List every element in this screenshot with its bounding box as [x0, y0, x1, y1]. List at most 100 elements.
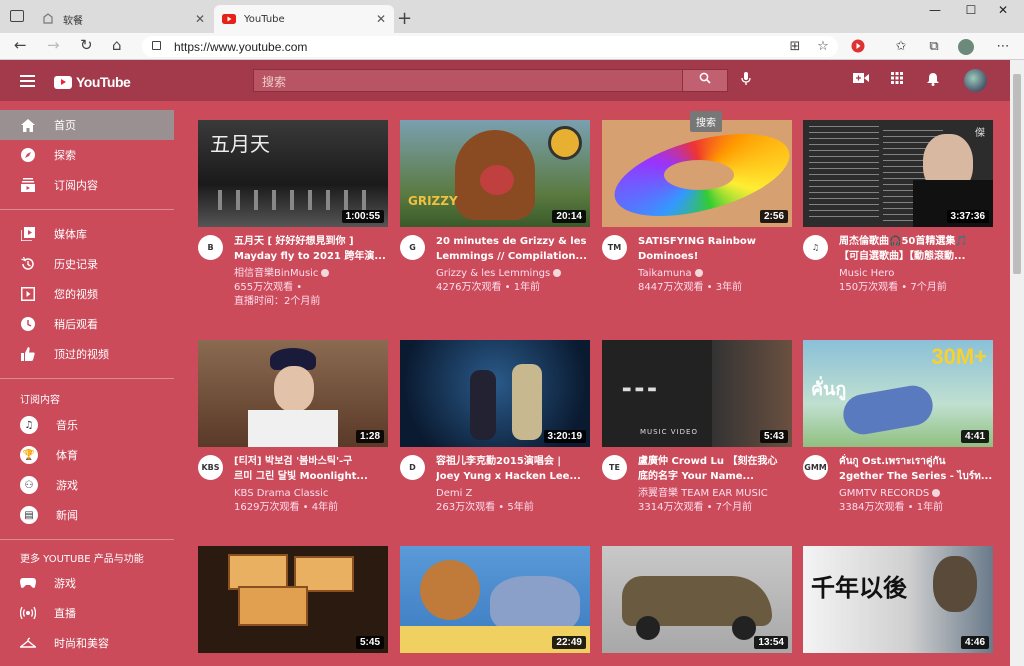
page-scrollbar[interactable] — [1010, 60, 1024, 666]
sidebar-item-label: 历史记录 — [54, 258, 98, 271]
home-button-icon[interactable]: ⌂ — [112, 36, 122, 54]
video-title[interactable]: 盧廣仲 Crowd Lu 【刻在我心 底的名字 Your Name... — [638, 454, 792, 484]
favorite-star-icon[interactable]: ☆ — [815, 39, 831, 55]
sidebar-item-live[interactable]: 直播 — [0, 598, 174, 628]
settings-more-icon[interactable]: ⋯ — [995, 39, 1011, 55]
sidebar-item-news[interactable]: ▤ 新闻 — [0, 500, 174, 530]
video-thumbnail[interactable]: ▬ ▬ ▬ MUSIC VIDEO 5:43 — [602, 340, 792, 447]
channel-name-line[interactable]: 相信音樂BinMusic — [234, 267, 388, 281]
search-button[interactable] — [682, 69, 728, 92]
video-card[interactable]: 3:20:19 D 容祖儿李克勤2015演唱会 | Joey Yung x Hac… — [400, 340, 590, 540]
sidebar-item-liked-videos[interactable]: 顶过的视频 — [0, 339, 174, 369]
video-title[interactable]: 20 minutes de Grizzy & les Lemmings // C… — [436, 234, 590, 264]
channel-avatar[interactable]: ♫ — [803, 235, 828, 260]
video-card[interactable]: 五月天 1:00:55 B 五月天 [ 好好好想見到你 ] Mayday fly … — [198, 120, 388, 320]
video-card[interactable]: GRIZZY 20:14 G 20 minutes de Grizzy & les… — [400, 120, 590, 320]
video-card[interactable]: 22:49 — [400, 546, 590, 666]
channel-avatar[interactable]: B — [198, 235, 223, 260]
account-avatar[interactable] — [964, 69, 987, 92]
sidebar-item-gaming-product[interactable]: 游戏 — [0, 568, 174, 598]
channel-avatar[interactable]: TM — [602, 235, 627, 260]
video-card[interactable]: 30M+ คั่นกู 4:41 GMM คั่นกู Ost.เพราะเราค… — [803, 340, 993, 540]
create-video-icon[interactable] — [852, 72, 870, 88]
new-tab-icon[interactable]: + — [397, 8, 412, 29]
sidebar-item-home[interactable]: 首页 — [0, 110, 174, 140]
video-title[interactable]: [티저] 박보검 '봄바스틱'-구 르미 그린 달빛 Moonlight... — [234, 454, 388, 484]
sidebar-item-library[interactable]: 媒体库 — [0, 219, 174, 249]
channel-avatar[interactable]: KBS — [198, 455, 223, 480]
sidebar-item-fashion[interactable]: 时尚和美容 — [0, 628, 174, 658]
search-input[interactable]: 搜索 — [253, 69, 683, 92]
video-title[interactable]: 容祖儿李克勤2015演唱会 | Joey Yung x Hacken Lee..… — [436, 454, 590, 484]
sidebar-item-sports[interactable]: 🏆 体育 — [0, 440, 174, 470]
tab-actions-icon[interactable] — [10, 10, 24, 22]
video-thumbnail[interactable]: 5:45 — [198, 546, 388, 653]
tab-close-icon[interactable]: ✕ — [195, 12, 205, 26]
channel-name-line[interactable]: Music Hero — [839, 267, 993, 281]
sidebar-item-music[interactable]: ♫ 音乐 — [0, 410, 174, 440]
mic-icon[interactable] — [741, 72, 751, 90]
video-thumbnail[interactable]: 五月天 1:00:55 — [198, 120, 388, 227]
sidebar-item-watch-later[interactable]: 稍后观看 — [0, 309, 174, 339]
video-thumbnail[interactable]: 22:49 — [400, 546, 590, 653]
video-title[interactable]: คั่นกู Ost.เพราะเราคู่กัน 2gether The Se… — [839, 454, 993, 484]
scrollbar-thumb[interactable] — [1013, 74, 1021, 274]
maximize-icon[interactable]: ☐ — [954, 3, 988, 17]
video-thumbnail[interactable]: GRIZZY 20:14 — [400, 120, 590, 227]
channel-avatar[interactable]: TE — [602, 455, 627, 480]
video-thumbnail[interactable]: 13:54 — [602, 546, 792, 653]
browser-tab[interactable]: 软餐 ✕ — [33, 5, 213, 33]
apps-grid-icon[interactable] — [888, 72, 906, 88]
back-icon[interactable]: ← — [14, 36, 27, 54]
apps-icon[interactable]: ⊞ — [787, 39, 803, 55]
video-thumbnail[interactable]: 千年以後 4:46 — [803, 546, 993, 653]
video-thumbnail[interactable]: 30M+ คั่นกู 4:41 — [803, 340, 993, 447]
video-card[interactable]: 5:45 — [198, 546, 388, 666]
refresh-icon[interactable]: ↻ — [80, 36, 93, 54]
video-thumbnail[interactable]: 1:28 — [198, 340, 388, 447]
video-title[interactable]: SATISFYING Rainbow Dominoes! — [638, 234, 792, 264]
sidebar-item-your-videos[interactable]: 您的视频 — [0, 279, 174, 309]
collections-icon[interactable]: ⧉ — [926, 39, 942, 55]
logo-text: YouTube — [76, 74, 131, 90]
sidebar-item-subscriptions[interactable]: 订阅内容 — [0, 170, 174, 200]
youtube-favicon-icon — [222, 12, 236, 26]
youtube-header: YouTube 搜索 — [0, 60, 1010, 101]
tab-close-icon[interactable]: ✕ — [376, 12, 386, 26]
sidebar-item-history[interactable]: 历史记录 — [0, 249, 174, 279]
video-title[interactable]: 五月天 [ 好好好想見到你 ] Mayday fly to 2021 跨年演..… — [234, 234, 388, 264]
channel-name-line[interactable]: GMMTV RECORDS — [839, 487, 993, 501]
video-card[interactable]: 1:28 KBS [티저] 박보검 '봄바스틱'-구 르미 그린 달빛 Moonl… — [198, 340, 388, 540]
video-thumbnail[interactable]: 2:56 — [602, 120, 792, 227]
notifications-bell-icon[interactable] — [924, 72, 942, 90]
video-card[interactable]: ▬ ▬ ▬ MUSIC VIDEO 5:43 TE 盧廣仲 Crowd Lu 【刻… — [602, 340, 792, 540]
channel-avatar[interactable]: D — [400, 455, 425, 480]
favorites-icon[interactable]: ✩ — [893, 39, 909, 55]
profile-icon[interactable] — [958, 39, 974, 55]
video-card[interactable]: 13:54 — [602, 546, 792, 666]
video-title[interactable]: 周杰倫歌曲🎧50首精選集🎵 【可自選歌曲】【動態滾動... — [839, 234, 993, 264]
video-thumbnail[interactable]: 3:20:19 — [400, 340, 590, 447]
menu-icon[interactable] — [20, 75, 35, 87]
video-card[interactable]: 傑 3:37:36 ♫ 周杰倫歌曲🎧50首精選集🎵 【可自選歌曲】【動態滾動...… — [803, 120, 993, 320]
home-icon — [20, 117, 36, 133]
youtube-logo[interactable]: YouTube — [54, 74, 131, 90]
browser-tab-active[interactable]: YouTube ✕ — [214, 5, 394, 33]
video-card[interactable]: 千年以後 4:46 — [803, 546, 993, 666]
video-card[interactable]: 2:56 TM SATISFYING Rainbow Dominoes! Taik… — [602, 120, 792, 320]
channel-name-line[interactable]: Demi Z — [436, 487, 590, 501]
url-field[interactable]: https://www.youtube.com — [142, 36, 838, 57]
channel-name-line[interactable]: 添翼音樂 TEAM EAR MUSIC — [638, 487, 792, 501]
channel-name-line[interactable]: Grizzy & les Lemmings — [436, 267, 590, 281]
channel-avatar[interactable]: G — [400, 235, 425, 260]
video-thumbnail[interactable]: 傑 3:37:36 — [803, 120, 993, 227]
sidebar-item-explore[interactable]: 探索 — [0, 140, 174, 170]
channel-name-line[interactable]: Taikamuna — [638, 267, 792, 281]
minimize-icon[interactable]: — — [918, 3, 952, 17]
extension-icon[interactable] — [850, 39, 866, 55]
channel-name-line[interactable]: KBS Drama Classic — [234, 487, 388, 501]
close-window-icon[interactable]: ✕ — [986, 3, 1020, 17]
forward-icon[interactable]: → — [47, 36, 60, 54]
channel-avatar[interactable]: GMM — [803, 455, 828, 480]
sidebar-item-gaming[interactable]: ⚇ 游戏 — [0, 470, 174, 500]
